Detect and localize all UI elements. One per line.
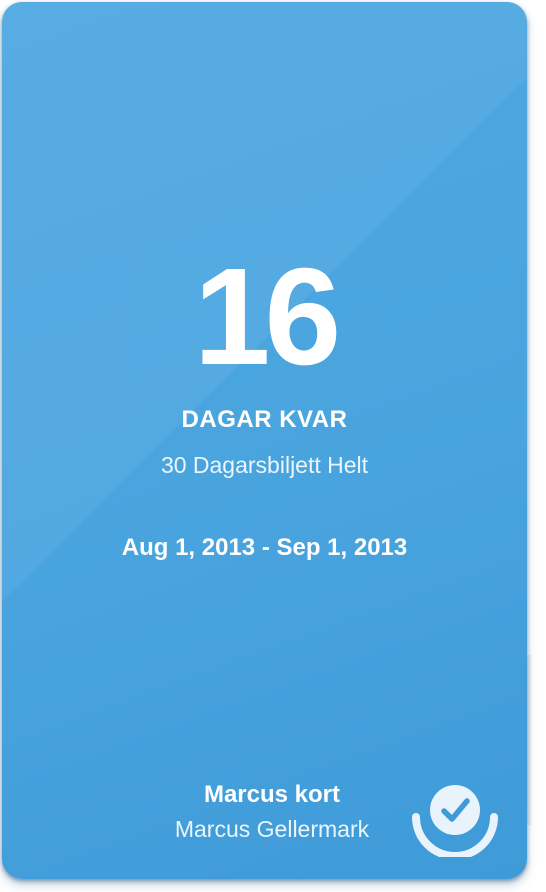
card-stack-edge <box>527 655 533 825</box>
validity-date-range: Aug 1, 2013 - Sep 1, 2013 <box>121 534 408 561</box>
card-owner-name: Marcus Gellermark <box>174 816 370 842</box>
ticket-type: 30 Dagarsbiljett Helt <box>160 452 369 478</box>
days-remaining-count: 16 <box>193 240 342 394</box>
card-name: Marcus kort <box>203 781 341 808</box>
check-circle-icon <box>412 785 498 857</box>
days-remaining-label: DAGAR KVAR <box>181 406 348 433</box>
ticket-card[interactable]: 16 DAGAR KVAR 30 Dagarsbiljett Helt Aug … <box>2 2 527 879</box>
validate-ticket-button[interactable] <box>410 777 500 857</box>
